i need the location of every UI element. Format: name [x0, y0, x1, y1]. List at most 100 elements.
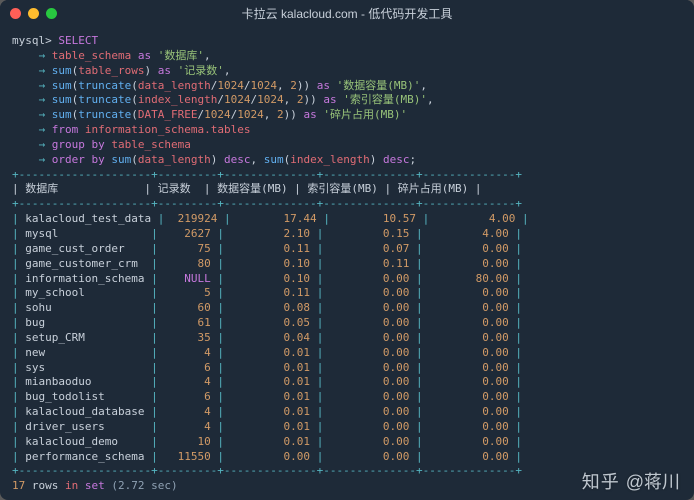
table-cell-frag: 0.00: [429, 257, 508, 270]
titlebar: 卡拉云 kalacloud.com - 低代码开发工具: [0, 0, 694, 26]
table-cell-db: setup_CRM: [25, 331, 144, 344]
table-cell-index: 0.00: [330, 346, 409, 359]
table-cell-data: 0.11: [231, 242, 310, 255]
table-cell-frag: 0.00: [429, 435, 508, 448]
table-cell-frag: 4.00: [429, 227, 508, 240]
terminal-body[interactable]: mysql> SELECT → table_schema as '数据库', →…: [0, 26, 694, 500]
table-cell-data: 0.01: [231, 346, 310, 359]
table-cell-index: 0.00: [330, 435, 409, 448]
table-cell-db: mysql: [25, 227, 144, 240]
table-cell-rows: 219924: [171, 212, 217, 225]
table-cell-frag: 0.00: [429, 331, 508, 344]
table-cell-index: 0.00: [330, 375, 409, 388]
table-cell-frag: 0.00: [429, 390, 508, 403]
table-cell-rows: 4: [164, 375, 210, 388]
table-cell-rows: 11550: [164, 450, 210, 463]
kw-select: SELECT: [58, 34, 98, 47]
table-cell-data: 0.01: [231, 405, 310, 418]
table-cell-rows: 4: [164, 420, 210, 433]
table-cell-rows: 6: [164, 390, 210, 403]
table-cell-db: my_school: [25, 286, 144, 299]
table-cell-frag: 0.00: [429, 301, 508, 314]
table-border: +--------------------+---------+--------…: [12, 197, 522, 210]
table-cell-frag: 0.00: [429, 361, 508, 374]
table-cell-index: 10.57: [337, 212, 416, 225]
table-cell-data: 0.05: [231, 316, 310, 329]
table-cell-db: game_cust_order: [25, 242, 144, 255]
table-cell-rows: 35: [164, 331, 210, 344]
zoom-icon[interactable]: [46, 8, 57, 19]
table-cell-db: game_customer_crm: [25, 257, 144, 270]
table-cell-db: driver_users: [25, 420, 144, 433]
table-cell-db: bug: [25, 316, 144, 329]
table-cell-db: mianbaoduo: [25, 375, 144, 388]
table-cell-index: 0.00: [330, 286, 409, 299]
table-cell-index: 0.00: [330, 331, 409, 344]
table-cell-db: information_schema: [25, 272, 144, 285]
table-border: +--------------------+---------+--------…: [12, 168, 522, 181]
table-border: +--------------------+---------+--------…: [12, 464, 522, 477]
table-cell-frag: 4.00: [436, 212, 515, 225]
table-cell-data: 0.04: [231, 331, 310, 344]
table-cell-data: 0.00: [231, 450, 310, 463]
table-cell-db: kalacloud_test_data: [25, 212, 151, 225]
table-cell-frag: 0.00: [429, 242, 508, 255]
table-cell-index: 0.00: [330, 316, 409, 329]
table-cell-index: 0.11: [330, 257, 409, 270]
table-body: | kalacloud_test_data | 219924 | 17.44 |…: [12, 212, 529, 463]
table-cell-rows: 80: [164, 257, 210, 270]
table-cell-index: 0.00: [330, 301, 409, 314]
table-cell-data: 0.01: [231, 435, 310, 448]
table-cell-data: 0.01: [231, 361, 310, 374]
table-cell-frag: 80.00: [429, 272, 508, 285]
table-cell-rows: NULL: [164, 272, 210, 285]
traffic-lights: [10, 8, 57, 19]
result-footer: 17 rows in set (2.72 sec): [12, 479, 178, 492]
table-cell-data: 0.01: [231, 375, 310, 388]
table-cell-index: 0.15: [330, 227, 409, 240]
table-cell-index: 0.00: [330, 420, 409, 433]
table-cell-index: 0.00: [330, 272, 409, 285]
table-cell-db: kalacloud_demo: [25, 435, 144, 448]
continuation-arrow: →: [39, 49, 46, 62]
table-cell-db: new: [25, 346, 144, 359]
table-cell-frag: 0.00: [429, 286, 508, 299]
table-cell-frag: 0.00: [429, 375, 508, 388]
table-cell-rows: 5: [164, 286, 210, 299]
table-cell-db: sohu: [25, 301, 144, 314]
window-title: 卡拉云 kalacloud.com - 低代码开发工具: [0, 5, 694, 22]
minimize-icon[interactable]: [28, 8, 39, 19]
close-icon[interactable]: [10, 8, 21, 19]
table-cell-rows: 4: [164, 405, 210, 418]
table-cell-data: 0.10: [231, 272, 310, 285]
table-cell-index: 0.00: [330, 390, 409, 403]
table-cell-rows: 10: [164, 435, 210, 448]
table-cell-frag: 0.00: [429, 346, 508, 359]
table-cell-rows: 75: [164, 242, 210, 255]
table-cell-data: 17.44: [237, 212, 316, 225]
table-cell-db: sys: [25, 361, 144, 374]
table-cell-data: 0.10: [231, 257, 310, 270]
terminal-window: 卡拉云 kalacloud.com - 低代码开发工具 mysql> SELEC…: [0, 0, 694, 500]
table-cell-rows: 2627: [164, 227, 210, 240]
table-cell-index: 0.00: [330, 450, 409, 463]
table-header-row: | 数据库 | 记录数 | 数据容量(MB) | 索引容量(MB) | 碎片占用…: [12, 182, 482, 195]
table-cell-frag: 0.00: [429, 420, 508, 433]
table-cell-data: 0.01: [231, 420, 310, 433]
table-cell-data: 0.01: [231, 390, 310, 403]
table-cell-index: 0.00: [330, 361, 409, 374]
table-cell-index: 0.07: [330, 242, 409, 255]
table-cell-frag: 0.00: [429, 405, 508, 418]
table-cell-data: 2.10: [231, 227, 310, 240]
table-cell-data: 0.08: [231, 301, 310, 314]
table-cell-rows: 60: [164, 301, 210, 314]
table-cell-db: bug_todolist: [25, 390, 144, 403]
table-cell-data: 0.11: [231, 286, 310, 299]
table-cell-db: performance_schema: [25, 450, 144, 463]
table-cell-rows: 6: [164, 361, 210, 374]
table-cell-index: 0.00: [330, 405, 409, 418]
table-cell-db: kalacloud_database: [25, 405, 144, 418]
table-cell-rows: 4: [164, 346, 210, 359]
table-cell-frag: 0.00: [429, 316, 508, 329]
table-cell-rows: 61: [164, 316, 210, 329]
